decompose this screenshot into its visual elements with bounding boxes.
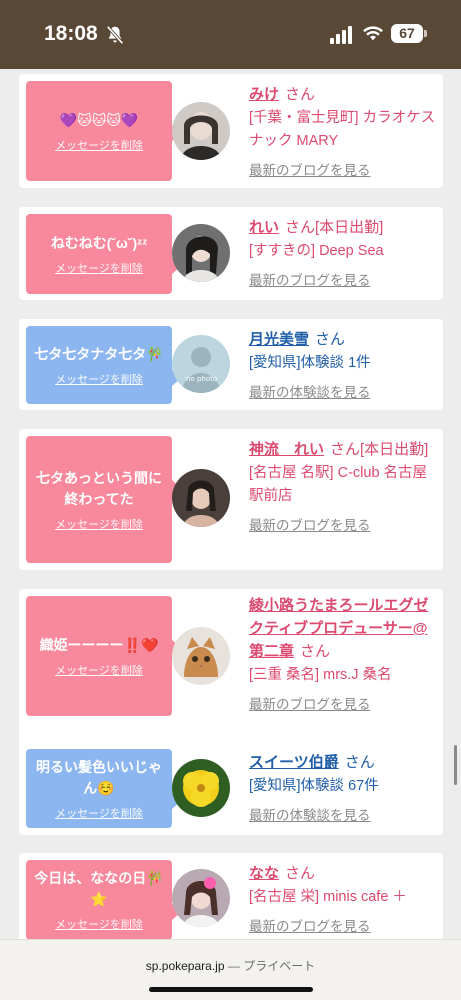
shop-info: [すすきの] Deep Sea xyxy=(249,243,384,259)
message-bubble: 織姫ーーーー‼️❤️ メッセージを削除 xyxy=(26,596,181,716)
shop-info: [三重 桑名] mrs.J 桑名 xyxy=(249,667,392,683)
message-text: 七タあっという間に終わってた xyxy=(36,469,162,507)
user-name-link[interactable]: スイーツ伯爵 xyxy=(249,754,339,771)
user-name-link[interactable]: なな xyxy=(249,865,279,882)
avatar[interactable] xyxy=(172,224,230,282)
message-bubble: 七タあっという間に終わってた メッセージを削除 xyxy=(26,436,181,563)
list-item: ねむねむ(˘ω˘)ᶻᶻ メッセージを削除 れい さん[本日出勤] [すすきの] D… xyxy=(19,207,443,300)
user-name-link[interactable]: 神流 れい xyxy=(249,441,324,458)
list-item: 七タ七タナタ七タ🎋 メッセージを削除 no photo 月光美雪 さん [愛知県]… xyxy=(19,319,443,410)
bell-muted-icon xyxy=(106,25,124,45)
entry-info: 神流 れい さん[本日出勤] [名古屋 名駅] C-club 名古屋駅前店 最新の… xyxy=(249,438,439,535)
list-item: 七タあっという間に終わってた メッセージを削除 神流 れい さん[本日出勤] [名… xyxy=(19,429,443,570)
entry-info: なな さん [名古屋 栄] minis cafe ＋ 最新のブログを見る xyxy=(249,862,439,936)
list-item: 今日は、ななの日🎋⭐ メッセージを削除 なな さん [名古屋 栄] minis c… xyxy=(19,853,443,939)
avatar[interactable] xyxy=(172,627,230,685)
scrollbar[interactable] xyxy=(454,745,457,785)
delete-message-link[interactable]: メッセージを削除 xyxy=(55,916,143,932)
status-bar: 18:08 67 xyxy=(0,0,461,69)
cellular-signal-icon xyxy=(330,26,352,44)
shop-info: [名古屋 栄] minis cafe ＋ xyxy=(249,889,407,905)
honorific: さん[本日出勤] xyxy=(330,441,429,458)
message-bubble: 明るい髪色いいじゃん☺️ メッセージを削除 xyxy=(26,749,181,828)
url-separator: — xyxy=(227,959,240,973)
shop-info: [名古屋 名駅] C-club 名古屋駅前店 xyxy=(249,465,428,504)
message-text: 今日は、ななの日🎋⭐ xyxy=(34,870,164,907)
honorific: さん xyxy=(285,865,316,882)
delete-message-link[interactable]: メッセージを削除 xyxy=(55,137,143,153)
avatar[interactable] xyxy=(172,102,230,160)
entry-info: 綾小路うたまろールエグゼクティブプロデューサー@第二章 さん [三重 桑名] mr… xyxy=(249,594,439,714)
url-line[interactable]: sp.pokepara.jp — プライベート xyxy=(0,957,461,974)
message-text: 織姫ーーーー‼️❤️ xyxy=(39,636,159,653)
honorific: さん xyxy=(285,86,316,103)
delete-message-link[interactable]: メッセージを削除 xyxy=(55,260,143,276)
shop-info: [千葉・富士見町] カラオケスナック MARY xyxy=(249,110,436,149)
latest-review-link[interactable]: 最新の体験談を見る xyxy=(249,804,371,824)
message-bubble: 七タ七タナタ七タ🎋 メッセージを削除 xyxy=(26,326,181,404)
delete-message-link[interactable]: メッセージを削除 xyxy=(55,662,143,678)
avatar[interactable]: no photo xyxy=(172,335,230,393)
battery-indicator: 67 xyxy=(391,24,427,43)
shop-info: [愛知県]体験談 67件 xyxy=(249,778,379,794)
message-text: 七タ七タナタ七タ🎋 xyxy=(34,345,164,362)
entry-info: スイーツ伯爵 さん [愛知県]体験談 67件 最新の体験談を見る xyxy=(249,751,439,825)
entry-info: 月光美雪 さん [愛知県]体験談 1件 最新の体験談を見る xyxy=(249,328,439,402)
message-text: ねむねむ(˘ω˘)ᶻᶻ xyxy=(50,234,148,251)
latest-blog-link[interactable]: 最新のブログを見る xyxy=(249,159,371,179)
message-bubble: 今日は、ななの日🎋⭐ メッセージを削除 xyxy=(26,860,181,939)
honorific: さん xyxy=(300,643,331,660)
message-bubble: ねむねむ(˘ω˘)ᶻᶻ メッセージを削除 xyxy=(26,214,181,294)
message-text: 💜🐱🐱🐱💜 xyxy=(59,111,139,128)
url-text: sp.pokepara.jp xyxy=(145,959,225,973)
list-item: 💜🐱🐱🐱💜 メッセージを削除 みけ さん [千葉・富士見町] カラオケスナック M… xyxy=(19,74,443,188)
delete-message-link[interactable]: メッセージを削除 xyxy=(55,371,143,387)
message-text: 明るい髪色いいじゃん☺️ xyxy=(36,758,162,796)
message-bubble: 💜🐱🐱🐱💜 メッセージを削除 xyxy=(26,81,181,181)
latest-review-link[interactable]: 最新の体験談を見る xyxy=(249,381,371,401)
message-feed[interactable]: 💜🐱🐱🐱💜 メッセージを削除 みけ さん [千葉・富士見町] カラオケスナック M… xyxy=(0,69,461,939)
delete-message-link[interactable]: メッセージを削除 xyxy=(55,805,143,821)
avatar[interactable] xyxy=(172,869,230,927)
avatar[interactable] xyxy=(172,469,230,527)
user-name-link[interactable]: れい xyxy=(249,219,279,236)
honorific: さん[本日出勤] xyxy=(285,219,384,236)
list-item: 明るい髪色いいじゃん☺️ メッセージを削除 スイーツ伯爵 さん [愛知県]体験談 … xyxy=(19,742,443,835)
user-name-link[interactable]: 綾小路うたまろールエグゼクティブプロデューサー@第二章 xyxy=(249,597,429,660)
user-name-link[interactable]: 月光美雪 xyxy=(249,331,309,348)
latest-blog-link[interactable]: 最新のブログを見る xyxy=(249,514,371,534)
avatar[interactable] xyxy=(172,759,230,817)
latest-blog-link[interactable]: 最新のブログを見る xyxy=(249,915,371,935)
home-indicator[interactable] xyxy=(149,987,313,992)
wifi-icon xyxy=(363,26,383,41)
private-mode-label: プライベート xyxy=(243,959,316,973)
entry-info: みけ さん [千葉・富士見町] カラオケスナック MARY 最新のブログを見る xyxy=(249,83,439,180)
svg-text:no photo: no photo xyxy=(186,375,217,383)
latest-blog-link[interactable]: 最新のブログを見る xyxy=(249,269,371,289)
honorific: さん xyxy=(315,331,346,348)
honorific: さん xyxy=(344,754,375,771)
status-time: 18:08 xyxy=(44,22,98,45)
latest-blog-link[interactable]: 最新のブログを見る xyxy=(249,693,371,713)
delete-message-link[interactable]: メッセージを削除 xyxy=(55,516,143,532)
shop-info: [愛知県]体験談 1件 xyxy=(249,355,371,371)
entry-info: れい さん[本日出勤] [すすきの] Deep Sea 最新のブログを見る xyxy=(249,216,439,290)
user-name-link[interactable]: みけ xyxy=(249,86,279,103)
